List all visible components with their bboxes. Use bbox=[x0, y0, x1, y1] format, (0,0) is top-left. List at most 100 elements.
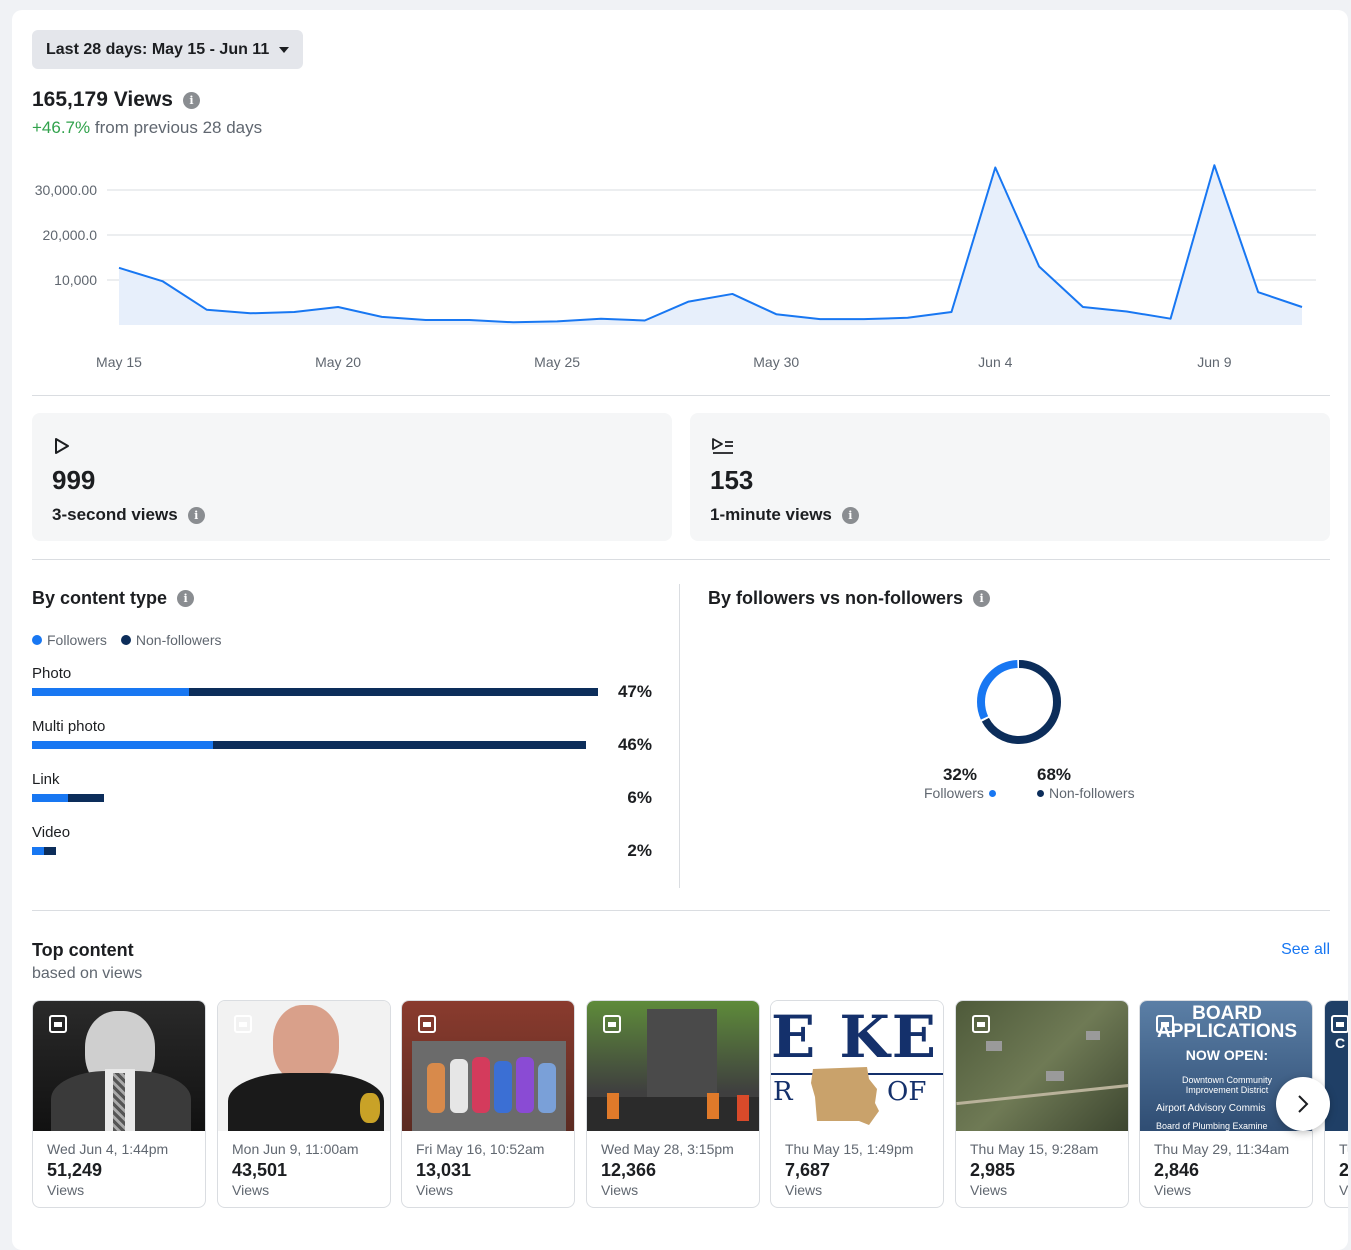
play-icon bbox=[55, 438, 69, 454]
non-followers-share-label: Non-followers bbox=[1037, 785, 1135, 801]
info-icon[interactable]: i bbox=[177, 590, 195, 607]
post-views-label: Views bbox=[970, 1182, 1008, 1198]
post-views-label: Views bbox=[232, 1182, 270, 1198]
views-total-label: 165,179 Views bbox=[32, 88, 173, 111]
followers-pct: 32% bbox=[942, 765, 977, 784]
tile-text: Board of Plumbing Examine bbox=[1156, 1121, 1268, 1131]
post-views: 2 bbox=[1339, 1160, 1348, 1181]
content-type-row: Link 6% bbox=[32, 771, 652, 807]
post-date: Wed Jun 4, 1:44pm bbox=[47, 1141, 169, 1157]
person bbox=[538, 1063, 556, 1113]
content-type-pct: 6% bbox=[627, 788, 652, 807]
divider bbox=[32, 395, 1330, 396]
stacked-bar[interactable] bbox=[32, 847, 57, 855]
y-tick-label: 20,000.0 bbox=[43, 227, 98, 243]
person bbox=[427, 1063, 445, 1113]
person bbox=[450, 1059, 468, 1113]
info-icon[interactable]: i bbox=[187, 506, 205, 524]
building bbox=[986, 1041, 1002, 1051]
stacked-bar[interactable] bbox=[32, 741, 586, 749]
stacked-bar[interactable] bbox=[32, 688, 598, 696]
metric-1-minute-views: 153 1-minute views i bbox=[690, 413, 1330, 541]
views-change-text: from previous 28 days bbox=[94, 118, 263, 137]
photo-icon bbox=[49, 1015, 67, 1033]
bar-non-followers-segment bbox=[68, 794, 105, 802]
content-tile[interactable]: Wed May 28, 3:15pm 12,366 Views bbox=[586, 1000, 760, 1208]
stacked-bar[interactable] bbox=[32, 794, 105, 802]
content-type-title: By content type i bbox=[32, 588, 195, 609]
non-followers-dot bbox=[1037, 789, 1044, 797]
content-type-name: Video bbox=[32, 824, 71, 841]
tile-text: C bbox=[1335, 1035, 1346, 1051]
x-tick-label: May 15 bbox=[96, 354, 142, 370]
metric-label: 3-second views bbox=[52, 505, 178, 524]
metric-value: 153 bbox=[710, 465, 754, 495]
tile-text: Airport Advisory Commis bbox=[1156, 1103, 1266, 1114]
post-thumbnail bbox=[402, 1001, 574, 1131]
bar-followers-segment bbox=[32, 847, 45, 855]
x-tick-label: Jun 4 bbox=[978, 354, 1012, 370]
insights-card: Last 28 days: May 15 - Jun 11 165,179 Vi… bbox=[12, 10, 1348, 1250]
series-line bbox=[118, 164, 1303, 324]
followers-donut-chart bbox=[977, 660, 1061, 744]
post-views-label: Views bbox=[1154, 1182, 1192, 1198]
content-tile[interactable]: Fri May 16, 10:52am 13,031 Views bbox=[401, 1000, 575, 1208]
worker bbox=[607, 1093, 619, 1119]
legend-non-followers: Non-followers bbox=[120, 632, 222, 648]
content-tile[interactable]: Mon Jun 9, 11:00am 43,501 Views bbox=[217, 1000, 391, 1208]
post-views: 12,366 bbox=[601, 1160, 657, 1180]
views-change-value: +46.7% bbox=[32, 118, 91, 137]
post-views: 7,687 bbox=[785, 1160, 831, 1180]
paving-truck bbox=[647, 1009, 717, 1099]
photo-icon bbox=[1331, 1015, 1348, 1033]
followers-dot bbox=[988, 789, 996, 797]
top-content-carousel: Wed Jun 4, 1:44pm 51,249 Views Mon Jun 9… bbox=[32, 1000, 1348, 1210]
non-followers-label: Non-followers bbox=[1049, 785, 1135, 801]
play-list-icon bbox=[712, 438, 733, 454]
content-tile[interactable]: Wed Jun 4, 1:44pm 51,249 Views bbox=[32, 1000, 206, 1208]
post-thumbnail bbox=[956, 1001, 1128, 1131]
legend-followers-label: Followers bbox=[47, 632, 107, 648]
info-icon[interactable]: i bbox=[973, 590, 991, 607]
post-views-label: V bbox=[1339, 1182, 1348, 1198]
date-range-dropdown[interactable]: Last 28 days: May 15 - Jun 11 bbox=[32, 30, 304, 69]
metric-label: 1-minute views bbox=[710, 505, 832, 524]
content-type-legend: Followers Non-followers bbox=[32, 632, 222, 648]
info-icon[interactable]: i bbox=[841, 506, 859, 524]
see-all-link[interactable]: See all bbox=[1281, 941, 1330, 959]
caret-down-icon bbox=[279, 46, 290, 53]
post-views: 51,249 bbox=[47, 1160, 103, 1180]
metric-label-row: 1-minute views i bbox=[710, 505, 859, 525]
content-tile[interactable]: E KE R OF Thu May 15, 1:49pm 7,687 Views bbox=[770, 1000, 944, 1208]
content-tile[interactable]: Thu May 15, 9:28am 2,985 Views bbox=[955, 1000, 1129, 1208]
content-type-pct: 2% bbox=[627, 841, 652, 860]
non-followers-pct: 68% bbox=[1037, 765, 1072, 784]
divider bbox=[32, 559, 1330, 560]
post-views: 43,501 bbox=[232, 1160, 288, 1180]
post-thumbnail: E KE R OF bbox=[771, 1001, 943, 1131]
post-views: 2,846 bbox=[1154, 1160, 1200, 1180]
photo-icon bbox=[418, 1015, 436, 1033]
photo-icon bbox=[234, 1015, 252, 1033]
followers-share: 32% Followers bbox=[924, 765, 996, 801]
views-line-chart: 30,000.00 20,000.0 10,000 May 15 May 20 May 2… bbox=[35, 164, 1316, 370]
badge-patch bbox=[360, 1093, 380, 1123]
post-date: Thu May 29, 11:34am bbox=[1154, 1141, 1290, 1157]
x-tick-label: May 30 bbox=[753, 354, 799, 370]
chevron-right-icon bbox=[1298, 1095, 1309, 1113]
content-type-row: Multi photo 46% bbox=[32, 718, 652, 754]
info-icon[interactable]: i bbox=[182, 91, 200, 109]
post-views: 2,985 bbox=[970, 1160, 1016, 1180]
post-views-label: Views bbox=[47, 1182, 85, 1198]
content-type-row: Photo 47% bbox=[32, 665, 652, 701]
post-date: Thu May 15, 9:28am bbox=[970, 1141, 1099, 1157]
legend-non-followers-label: Non-followers bbox=[135, 632, 222, 648]
carousel-next-button[interactable] bbox=[1276, 1077, 1330, 1131]
missouri-map bbox=[811, 1067, 879, 1125]
worker bbox=[707, 1093, 719, 1119]
post-thumbnail bbox=[587, 1001, 759, 1131]
views-total: 165,179 Views i bbox=[32, 88, 200, 112]
person bbox=[516, 1057, 534, 1113]
followers-label: Followers bbox=[924, 785, 984, 801]
post-views-label: Views bbox=[601, 1182, 639, 1198]
